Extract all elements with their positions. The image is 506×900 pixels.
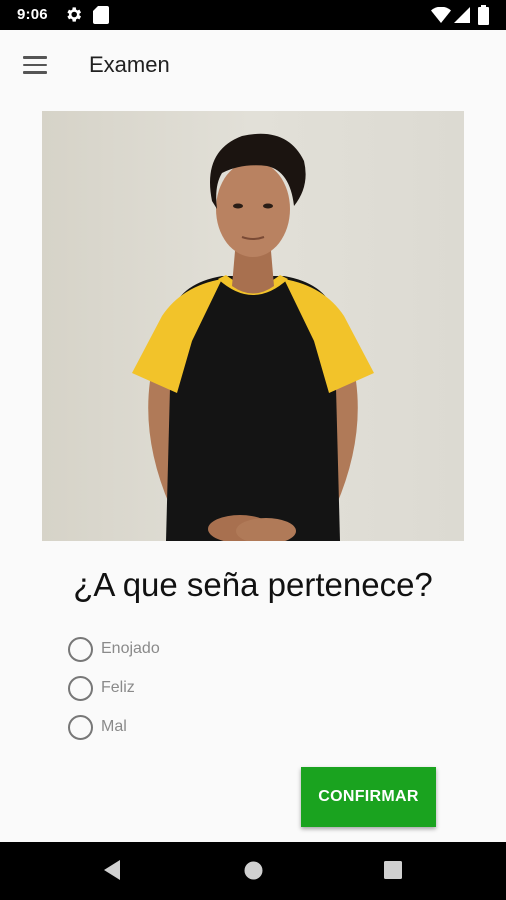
back-icon[interactable] [102, 859, 122, 886]
home-icon[interactable] [244, 861, 263, 885]
hamburger-menu-icon[interactable] [12, 44, 58, 86]
gear-icon [64, 5, 83, 29]
option-label: Mal [101, 718, 127, 735]
sign-video-image [42, 111, 464, 541]
battery-icon [478, 5, 489, 30]
radio-button[interactable] [68, 714, 93, 740]
signal-icon [454, 7, 470, 28]
option-feliz[interactable]: Feliz [68, 673, 135, 703]
app-bar: Examen [0, 30, 506, 100]
page-title: Examen [89, 52, 170, 77]
recents-icon[interactable] [384, 861, 402, 884]
option-enojado[interactable]: Enojado [68, 634, 160, 664]
wifi-icon [431, 6, 451, 28]
confirm-button[interactable]: CONFIRMAR [301, 767, 436, 827]
radio-button[interactable] [68, 636, 93, 662]
option-mal[interactable]: Mal [68, 712, 127, 742]
option-label: Feliz [101, 679, 135, 696]
navigation-bar [0, 842, 506, 900]
status-time: 9:06 [17, 6, 48, 23]
radio-button[interactable] [68, 675, 93, 701]
question-text: ¿A que seña pertenece? [73, 566, 433, 603]
option-label: Enojado [101, 640, 160, 657]
sd-card-icon [93, 6, 109, 29]
status-bar: 9:06 [0, 0, 506, 30]
